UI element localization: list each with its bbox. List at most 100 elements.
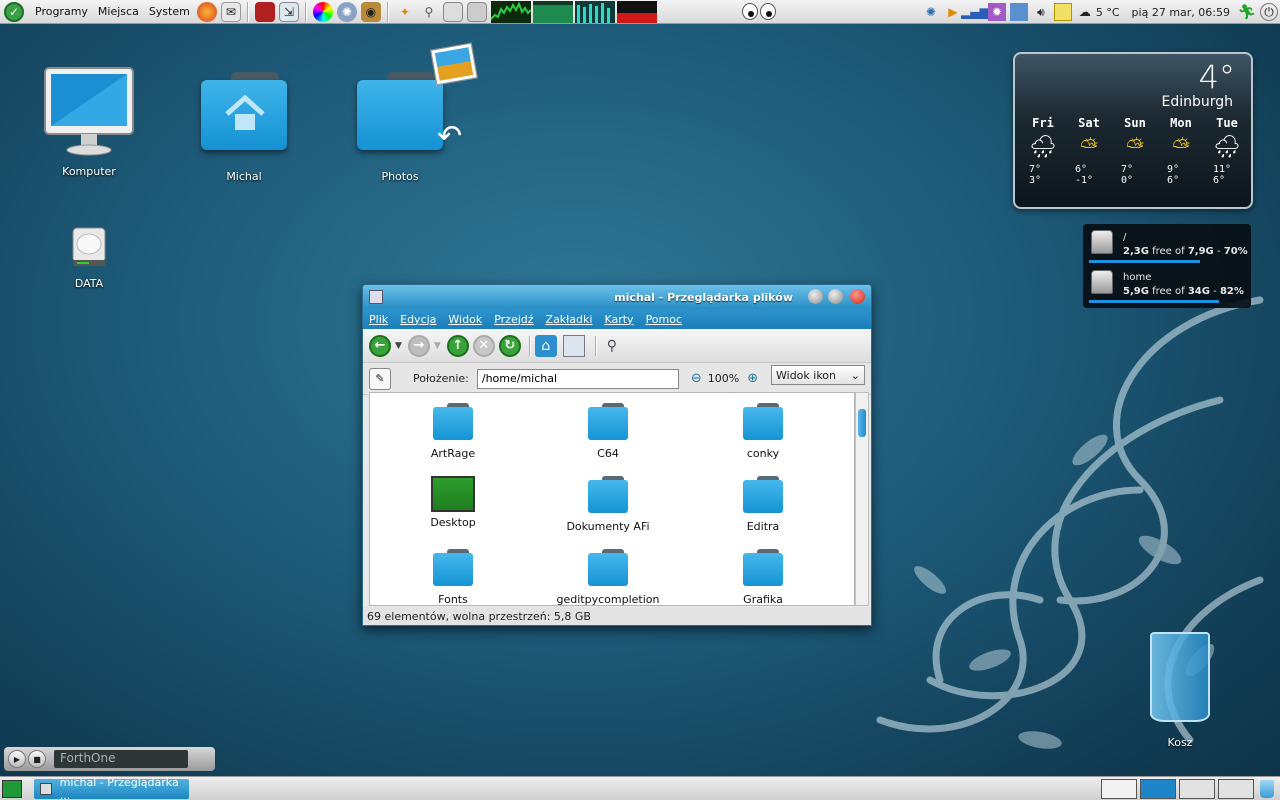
- clock[interactable]: pią 27 mar, 06:59: [1132, 6, 1230, 19]
- file-item[interactable]: geditpycompletion: [533, 549, 683, 605]
- workspace-1[interactable]: [1101, 779, 1137, 799]
- toggle-location-icon[interactable]: ✎: [369, 367, 391, 390]
- screenshot-icon[interactable]: ⇲: [278, 1, 299, 22]
- forecast-high: 11°: [1213, 164, 1232, 175]
- folder-icon: [433, 403, 473, 443]
- disk-row-root: / 2,3G free of 7,9G - 70%: [1089, 228, 1248, 266]
- zoom-out-icon[interactable]: ⊖: [691, 371, 702, 386]
- weather-icon[interactable]: ☁︎: [1076, 3, 1094, 21]
- signal-icon[interactable]: ▂▄▆: [961, 3, 989, 21]
- file-item[interactable]: conky: [688, 403, 838, 460]
- file-item[interactable]: Desktop: [378, 476, 528, 529]
- desktop-icon-photos[interactable]: ↶ Photos: [345, 42, 478, 183]
- menu-file[interactable]: Plik: [369, 313, 388, 326]
- icon-view[interactable]: ArtRage C64 conky Desktop Dokumenty AFi …: [369, 392, 855, 606]
- desktop-icon-home[interactable]: Michal: [189, 72, 299, 183]
- desktop-icon-trash[interactable]: Kosz: [1142, 632, 1218, 749]
- window-menu-icon[interactable]: [369, 290, 383, 304]
- play-icon[interactable]: ▶: [944, 3, 962, 21]
- desktop-icon-data-drive[interactable]: DATA: [34, 226, 144, 290]
- stop-button[interactable]: ■: [28, 750, 46, 768]
- partly-sunny-icon: ⛅︎: [1172, 135, 1190, 160]
- menu-bookmarks[interactable]: Zakładki: [546, 313, 593, 326]
- file-item[interactable]: Dokumenty AFi: [533, 476, 683, 533]
- play-button[interactable]: ▶: [8, 750, 26, 768]
- forecast-day: Tue 🌧︎ 11° 6°: [1205, 116, 1249, 186]
- show-desktop-icon[interactable]: [2, 780, 22, 798]
- workspace-2[interactable]: [1140, 779, 1176, 799]
- location-input[interactable]: [476, 368, 679, 389]
- firefox-icon[interactable]: [196, 1, 217, 22]
- eye-icon: [760, 3, 776, 20]
- file-item[interactable]: C64: [533, 403, 683, 460]
- home-icon[interactable]: ⌂: [534, 334, 557, 357]
- network-icon[interactable]: ✺: [336, 1, 357, 22]
- distro-logo-icon[interactable]: ✓: [4, 1, 24, 22]
- taskbar-button[interactable]: michal - Przeglądarka ...: [34, 776, 189, 800]
- file-item[interactable]: Editra: [688, 476, 838, 533]
- update-icon[interactable]: ✺: [922, 3, 940, 21]
- drive-icon[interactable]: [466, 1, 487, 22]
- back-button[interactable]: ←: [369, 334, 391, 357]
- color-picker-icon[interactable]: [312, 1, 333, 22]
- volume-icon[interactable]: 🔊︎: [1032, 3, 1050, 21]
- menu-go[interactable]: Przejdź: [494, 313, 533, 326]
- drive-icon[interactable]: [442, 1, 463, 22]
- search-icon[interactable]: ⚲: [601, 335, 623, 357]
- workspace-3[interactable]: [1179, 779, 1215, 799]
- maximize-button[interactable]: [828, 289, 843, 304]
- folder-icon: [743, 549, 783, 589]
- menu-places[interactable]: Miejsca: [93, 5, 144, 18]
- desktop-icon-computer[interactable]: Komputer: [34, 66, 144, 178]
- file-item[interactable]: Grafika: [688, 549, 838, 605]
- xeyes-applet: [742, 3, 778, 20]
- tools-icon[interactable]: ✦: [395, 2, 415, 22]
- notes-icon[interactable]: [1053, 3, 1072, 21]
- vertical-scrollbar[interactable]: [855, 392, 869, 606]
- file-item[interactable]: ArtRage: [378, 403, 528, 460]
- menu-view[interactable]: Widok: [448, 313, 482, 326]
- forward-history-arrow[interactable]: ▼: [434, 341, 441, 351]
- file-item-label: Dokumenty AFi: [566, 520, 650, 533]
- scrollbar-thumb[interactable]: [858, 409, 866, 437]
- speaker-icon[interactable]: ◉: [360, 1, 381, 22]
- menu-tabs[interactable]: Karty: [604, 313, 633, 326]
- computer-icon: [44, 67, 134, 156]
- forward-button[interactable]: →: [407, 334, 430, 357]
- menu-system[interactable]: System: [144, 5, 195, 18]
- up-button[interactable]: ↑: [446, 334, 469, 357]
- brightness-icon[interactable]: ✹: [987, 3, 1006, 21]
- menu-programs[interactable]: Programy: [30, 5, 93, 18]
- menu-edit[interactable]: Edycja: [400, 313, 436, 326]
- stop-button[interactable]: ✕: [472, 334, 495, 357]
- workspace-4[interactable]: [1218, 779, 1254, 799]
- search-icon[interactable]: ⚲: [419, 2, 439, 22]
- toolbar: ← ▼ → ▼ ↑ ✕ ↻ ⌂ ⚲: [363, 329, 871, 363]
- computer-icon[interactable]: [562, 334, 585, 357]
- reload-button[interactable]: ↻: [498, 334, 521, 357]
- rain-icon: 🌧︎: [1029, 135, 1057, 160]
- display-icon[interactable]: [1009, 3, 1028, 21]
- power-icon[interactable]: ⏻: [1260, 3, 1278, 21]
- zoom-in-icon[interactable]: ⊕: [747, 371, 758, 386]
- window-titlebar[interactable]: michal - Przeglądarka plików: [363, 285, 871, 309]
- forecast-high: 7°: [1121, 164, 1134, 175]
- disk-info: 2,3G free of 7,9G - 70%: [1123, 246, 1248, 257]
- file-item[interactable]: Fonts: [378, 549, 528, 605]
- minimize-button[interactable]: [808, 289, 823, 304]
- desktop-icon-label: Kosz: [1167, 736, 1193, 749]
- presentation-icon[interactable]: [254, 1, 275, 22]
- close-button[interactable]: [850, 289, 865, 304]
- trash-applet-icon[interactable]: [1260, 780, 1274, 798]
- symlink-arrow-icon: ↶: [437, 119, 463, 154]
- system-tray: ✺ ▶ ▂▄▆ ✹ 🔊︎ ☁︎ 5 °C pią 27 mar, 06:59 🏃…: [920, 0, 1280, 24]
- menu-help[interactable]: Pomoc: [646, 313, 682, 326]
- tray-temperature[interactable]: 5 °C: [1096, 6, 1120, 19]
- bottom-panel: michal - Przeglądarka ...: [0, 776, 1280, 800]
- view-mode-select[interactable]: Widok ikon ⌄: [771, 365, 865, 385]
- mail-icon[interactable]: ✉: [220, 1, 241, 22]
- zoom-level[interactable]: 100%: [708, 372, 739, 385]
- folder-icon: [588, 549, 628, 589]
- runner-icon[interactable]: 🏃︎: [1237, 3, 1256, 21]
- back-history-arrow[interactable]: ▼: [395, 341, 402, 351]
